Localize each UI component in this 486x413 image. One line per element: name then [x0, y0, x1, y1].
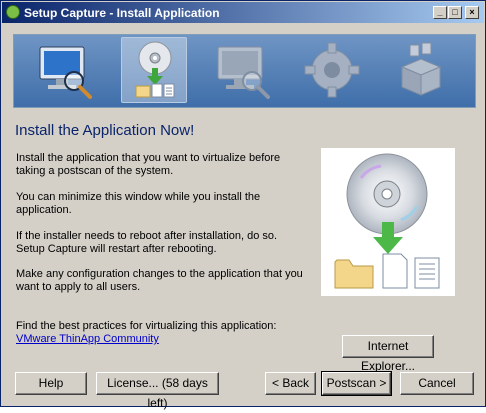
help-button[interactable]: Help — [15, 372, 87, 395]
postscan-button[interactable]: Postscan > — [321, 371, 392, 396]
window-title: Setup Capture - Install Application — [24, 6, 220, 20]
license-button[interactable]: License... (58 days left) — [96, 372, 219, 410]
close-button[interactable]: × — [465, 6, 479, 19]
app-icon — [6, 5, 20, 19]
community-link-text[interactable]: VMware ThinApp Community — [16, 333, 159, 345]
install-illustration — [321, 148, 455, 296]
step-prescan — [32, 37, 98, 103]
wizard-steps-banner — [13, 34, 476, 108]
minimize-button[interactable]: _ — [433, 6, 447, 19]
instruction-reboot: If the installer needs to reboot after i… — [16, 230, 278, 255]
internet-explorer-button[interactable]: Internet Explorer... — [342, 335, 434, 373]
package-icon — [400, 42, 442, 96]
setup-capture-window: Setup Capture - Install Application _ □ … — [0, 0, 486, 410]
step-build — [388, 37, 454, 103]
step-postscan — [210, 37, 276, 103]
step-install-application — [121, 37, 187, 103]
cd-install-illustration-icon — [334, 153, 440, 289]
cancel-button[interactable]: Cancel — [400, 372, 474, 395]
cd-install-icon — [135, 41, 175, 98]
step-configure — [299, 37, 365, 103]
instruction-install: Install the application that you want to… — [16, 152, 281, 177]
gear-icon — [304, 42, 360, 98]
community-link[interactable]: VMware ThinApp Community — [16, 333, 159, 346]
monitor-magnifier-gray-icon — [217, 46, 270, 99]
instruction-minimize: You can minimize this window while you i… — [16, 191, 261, 216]
maximize-button[interactable]: □ — [448, 6, 462, 19]
instruction-configure: Make any configuration changes to the ap… — [16, 268, 303, 293]
best-practices-text: Find the best practices for virtualizing… — [16, 320, 277, 332]
back-button[interactable]: < Back — [265, 372, 316, 395]
monitor-magnifier-icon — [39, 46, 92, 99]
page-heading: Install the Application Now! — [15, 122, 195, 139]
title-bar[interactable]: Setup Capture - Install Application _ □ … — [2, 2, 484, 23]
